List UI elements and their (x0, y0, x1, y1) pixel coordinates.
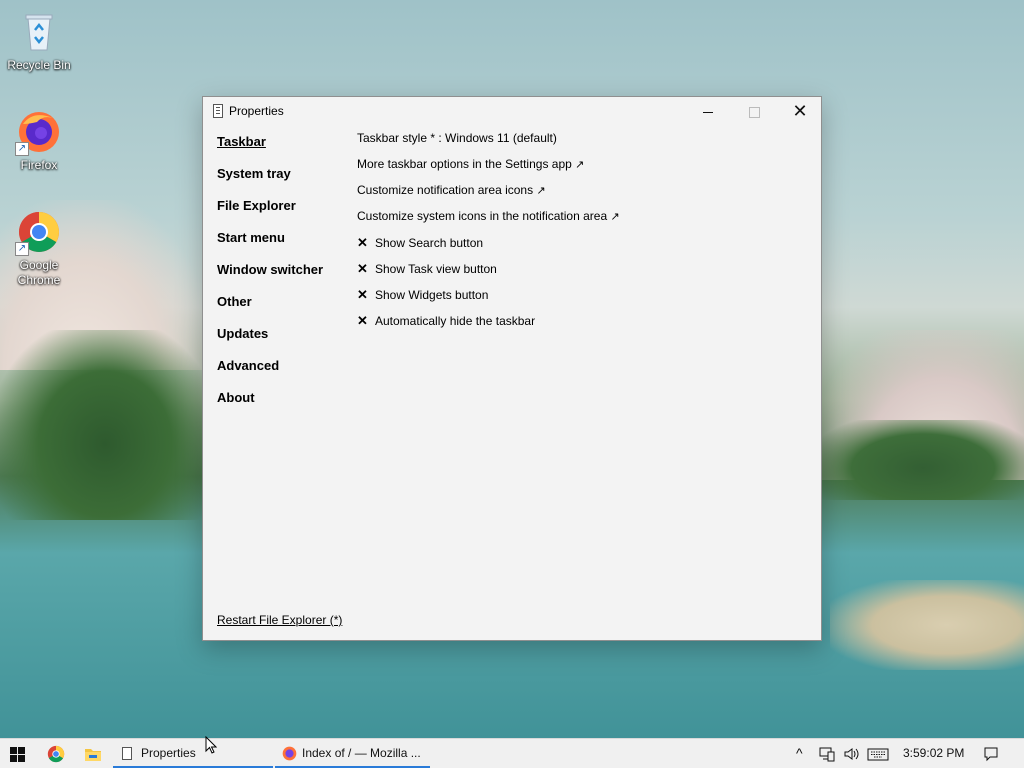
desktop-icon-label: Google Chrome (17, 258, 61, 287)
link-label: More taskbar options in the Settings app (357, 157, 572, 171)
notification-center-icon[interactable] (983, 746, 999, 762)
wallpaper-trees-right (822, 420, 1024, 500)
restart-explorer-link[interactable]: Restart File Explorer (*) (217, 613, 342, 627)
checked-x-icon: ✕ (357, 313, 368, 328)
taskbar-style-option[interactable]: Taskbar style * : Windows 11 (default) (357, 131, 817, 157)
show-widgets-toggle[interactable]: ✕ Show Widgets button (357, 287, 817, 313)
close-button[interactable]: ✕ (777, 97, 823, 125)
taskbar: Properties Index of / — Mozilla ... ^ 3:… (0, 738, 1024, 768)
autohide-toggle[interactable]: ✕ Automatically hide the taskbar (357, 313, 817, 339)
taskbar-properties-button[interactable]: Properties (113, 739, 273, 768)
volume-icon[interactable] (843, 746, 859, 762)
task-label: Index of / — Mozilla ... (302, 746, 421, 760)
external-link-icon: ↗ (610, 211, 620, 223)
more-options-link[interactable]: More taskbar options in the Settings app… (357, 157, 817, 183)
checked-x-icon: ✕ (357, 261, 368, 276)
nav-item-updates[interactable]: Updates (217, 325, 347, 357)
shortcut-arrow-icon: ↗ (15, 242, 29, 256)
checked-x-icon: ✕ (357, 235, 368, 250)
mouse-cursor-icon (205, 735, 218, 759)
nav-item-file-explorer[interactable]: File Explorer (217, 197, 347, 229)
taskbar-chrome-button[interactable] (47, 745, 65, 763)
toggle-label: Show Task view button (375, 262, 497, 276)
chrome-icon: ↗ (15, 210, 61, 256)
chrome-icon (47, 745, 65, 763)
windows-logo-icon (18, 747, 25, 754)
wallpaper-trees (0, 330, 210, 520)
tray-overflow-chevron-icon[interactable]: ^ (796, 739, 803, 768)
properties-window: Properties ✕ Taskbar System tray File Ex… (202, 96, 822, 641)
firefox-icon (282, 746, 297, 761)
clock[interactable]: 3:59:02 PM (903, 739, 964, 768)
external-link-icon: ↗ (536, 185, 546, 197)
show-taskview-toggle[interactable]: ✕ Show Task view button (357, 261, 817, 287)
app-icon (213, 104, 223, 118)
show-search-toggle[interactable]: ✕ Show Search button (357, 235, 817, 261)
windows-logo-icon (10, 755, 17, 762)
nav-item-start-menu[interactable]: Start menu (217, 229, 347, 261)
desktop-icon-recycle-bin[interactable]: Recycle Bin (1, 10, 77, 73)
window-title: Properties (229, 104, 284, 118)
nav-item-other[interactable]: Other (217, 293, 347, 325)
nav-item-about[interactable]: About (217, 389, 347, 421)
minimize-icon (703, 111, 713, 113)
shortcut-arrow-icon: ↗ (15, 142, 29, 156)
maximize-button[interactable] (731, 97, 777, 125)
link-label: Customize notification area icons (357, 183, 534, 197)
external-link-icon: ↗ (575, 159, 585, 171)
desktop-icon-chrome[interactable]: ↗ Google Chrome (1, 210, 77, 288)
keyboard-icon[interactable] (867, 746, 889, 762)
checked-x-icon: ✕ (357, 287, 368, 302)
start-button[interactable] (10, 747, 25, 762)
task-label: Properties (141, 746, 196, 760)
wallpaper-reeds (830, 580, 1024, 670)
system-icons-link[interactable]: Customize system icons in the notificati… (357, 209, 817, 235)
toggle-label: Show Widgets button (375, 288, 489, 302)
maximize-icon (748, 106, 760, 118)
settings-panel: Taskbar style * : Windows 11 (default) M… (357, 131, 817, 339)
taskbar-file-explorer-button[interactable] (84, 746, 102, 762)
link-label: Customize system icons in the notificati… (357, 209, 608, 223)
app-icon (122, 747, 132, 760)
folder-icon (85, 749, 101, 761)
toggle-label: Show Search button (375, 236, 484, 250)
toggle-label: Automatically hide the taskbar (375, 314, 536, 328)
minimize-button[interactable] (685, 97, 731, 125)
notification-icons-link[interactable]: Customize notification area icons ↗ (357, 183, 817, 209)
nav-item-window-switcher[interactable]: Window switcher (217, 261, 347, 293)
network-icon[interactable] (819, 746, 835, 762)
nav-item-system-tray[interactable]: System tray (217, 165, 347, 197)
recycle-bin-icon (17, 10, 61, 54)
firefox-icon: ↗ (15, 110, 61, 156)
taskbar-firefox-button[interactable]: Index of / — Mozilla ... (275, 739, 430, 768)
close-icon: ✕ (792, 101, 808, 121)
nav-item-advanced[interactable]: Advanced (217, 357, 347, 389)
windows-logo-icon (10, 747, 17, 754)
desktop-icon-label: Recycle Bin (7, 58, 71, 72)
windows-logo-icon (18, 755, 25, 762)
title-bar[interactable]: Properties ✕ (203, 97, 821, 125)
sidebar-nav: Taskbar System tray File Explorer Start … (217, 133, 347, 421)
nav-item-taskbar[interactable]: Taskbar (217, 133, 347, 165)
desktop-icon-firefox[interactable]: ↗ Firefox (1, 110, 77, 173)
desktop-icon-label: Firefox (20, 158, 58, 172)
